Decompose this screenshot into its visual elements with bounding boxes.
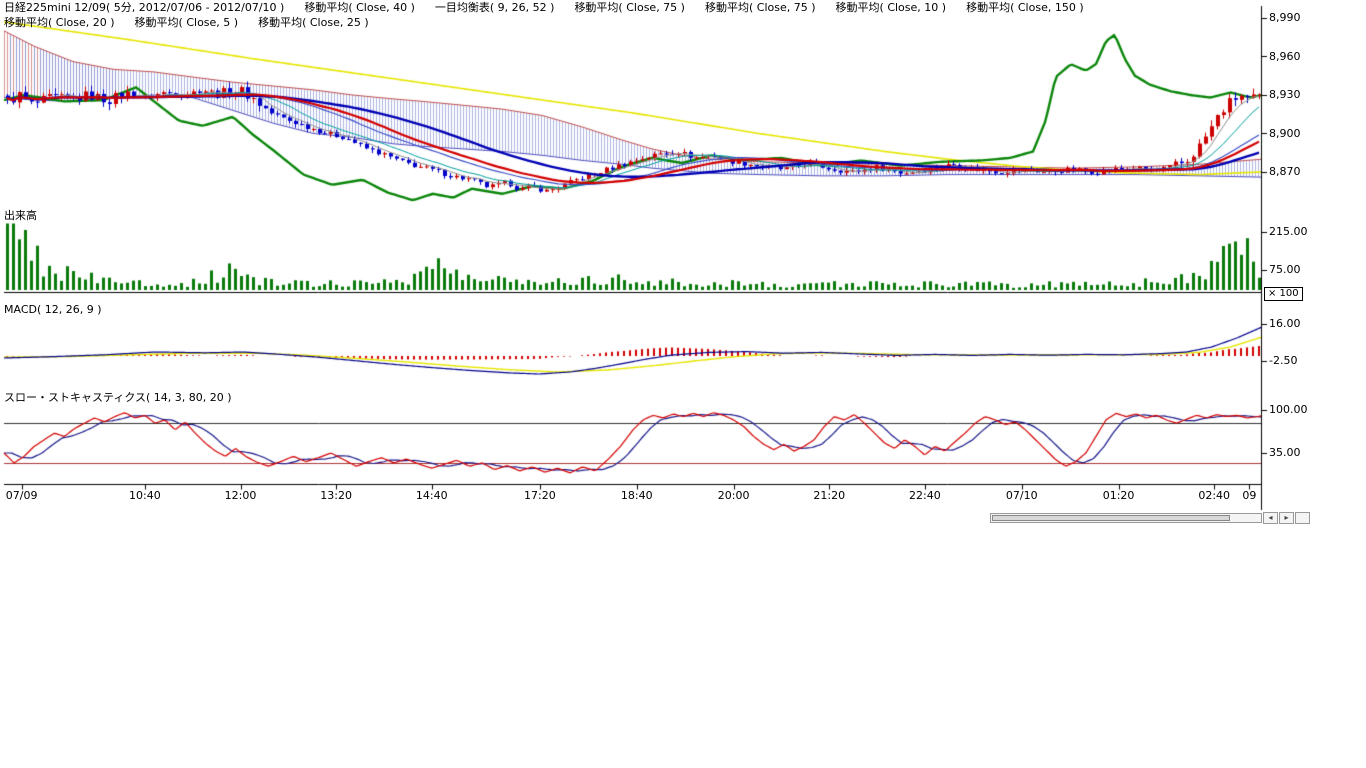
indicator-label: 移動平均( Close, 150 ) bbox=[966, 1, 1084, 15]
x-axis-label: 14:40 bbox=[416, 489, 448, 502]
right-arrow-icon: ▸ bbox=[1284, 513, 1288, 522]
y-axis-label: 75.00 bbox=[1269, 263, 1301, 276]
indicator-header-row-1: 日経225mini 12/09( 5分, 2012/07/06 - 2012/0… bbox=[4, 1, 1084, 15]
y-axis-label: 215.00 bbox=[1269, 225, 1308, 238]
x-axis-label: 20:00 bbox=[718, 489, 750, 502]
x-axis-label: 09 bbox=[1242, 489, 1256, 502]
x-axis-label: 22:40 bbox=[909, 489, 941, 502]
scrollbar-track[interactable] bbox=[990, 513, 1262, 523]
x-axis-label: 21:20 bbox=[813, 489, 845, 502]
x-axis-label: 10:40 bbox=[129, 489, 161, 502]
x-axis-label: 12:00 bbox=[225, 489, 257, 502]
indicator-label: 移動平均( Close, 75 ) bbox=[574, 1, 685, 15]
indicator-label: 移動平均( Close, 25 ) bbox=[258, 16, 369, 30]
chart-title: 日経225mini 12/09( 5分, 2012/07/06 - 2012/0… bbox=[4, 1, 284, 15]
scrollbar-thumb[interactable] bbox=[992, 515, 1230, 521]
x-axis-label: 01:20 bbox=[1103, 489, 1135, 502]
x-axis-label: 07/09 bbox=[6, 489, 38, 502]
y-axis-label: 8,930 bbox=[1269, 88, 1301, 101]
macd-pane-label: MACD( 12, 26, 9 ) bbox=[4, 303, 102, 316]
stoch-pane-label: スロー・ストキャスティクス( 14, 3, 80, 20 ) bbox=[4, 391, 232, 404]
trading-chart-window: 日経225mini 12/09( 5分, 2012/07/06 - 2012/0… bbox=[0, 0, 1366, 768]
indicator-label: 移動平均( Close, 75 ) bbox=[705, 1, 816, 15]
x-axis-label: 17:20 bbox=[524, 489, 556, 502]
x-axis-label: 07/10 bbox=[1006, 489, 1038, 502]
indicator-label: 移動平均( Close, 5 ) bbox=[135, 16, 239, 30]
scrollbar-corner-box[interactable] bbox=[1295, 512, 1310, 524]
y-axis-label: 8,870 bbox=[1269, 165, 1301, 178]
left-arrow-icon: ◂ bbox=[1268, 513, 1272, 522]
y-axis-label: 8,990 bbox=[1269, 11, 1301, 24]
y-axis-label: -2.50 bbox=[1269, 354, 1297, 367]
indicator-label: 一目均衡表( 9, 26, 52 ) bbox=[435, 1, 555, 15]
y-axis-label: 8,900 bbox=[1269, 127, 1301, 140]
y-axis-label: 8,960 bbox=[1269, 50, 1301, 63]
x-axis-label: 02:40 bbox=[1198, 489, 1230, 502]
scrollbar-right-arrow-button[interactable]: ▸ bbox=[1279, 512, 1294, 524]
volume-pane-label: 出来高 bbox=[4, 209, 37, 222]
y-axis-label: 35.00 bbox=[1269, 446, 1301, 459]
volume-scale-badge: × 100 bbox=[1264, 287, 1303, 301]
scrollbar-left-arrow-button[interactable]: ◂ bbox=[1263, 512, 1278, 524]
x-axis-label: 13:20 bbox=[320, 489, 352, 502]
x-axis-label: 18:40 bbox=[621, 489, 653, 502]
indicator-label: 移動平均( Close, 10 ) bbox=[836, 1, 947, 15]
indicator-label: 移動平均( Close, 40 ) bbox=[304, 1, 415, 15]
indicator-header-row-2: 移動平均( Close, 20 ) 移動平均( Close, 5 ) 移動平均( C… bbox=[4, 16, 369, 30]
indicator-label: 移動平均( Close, 20 ) bbox=[4, 16, 115, 30]
y-axis-label: 100.00 bbox=[1269, 403, 1308, 416]
y-axis-label: 16.00 bbox=[1269, 317, 1301, 330]
horizontal-scrollbar[interactable]: ◂ ▸ bbox=[990, 511, 1310, 524]
chart-canvas[interactable] bbox=[0, 0, 1366, 530]
